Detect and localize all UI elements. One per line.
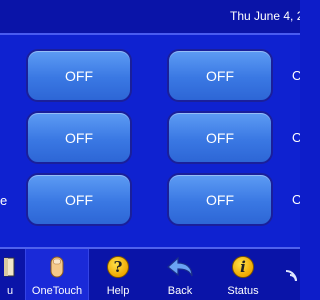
help-tool-label: Help [106, 285, 130, 297]
zone-3-right-toggle[interactable]: OFF [167, 173, 273, 226]
menu-tool-label: u [6, 285, 14, 297]
zone-2-left-toggle[interactable]: OFF [26, 111, 132, 164]
back-arrow-icon [165, 255, 195, 279]
control-panel: OFF OFF O OFF OFF O e OFF OFF O [0, 35, 300, 247]
status-tool-label: Status [227, 285, 259, 297]
zone-2-right-toggle[interactable]: OFF [167, 111, 273, 164]
zone-3-left-edge-label: e [0, 193, 8, 208]
zone-1-right-toggle[interactable]: OFF [167, 49, 273, 102]
help-question-icon: ? [107, 255, 129, 279]
zone-3-left-toggle[interactable]: OFF [26, 173, 132, 226]
zone-2-right-edge-label: O [292, 130, 300, 145]
wireless-signal-icon [284, 263, 300, 287]
screen: Thu June 4, 2 OFF OFF O OFF OFF O e OFF … [0, 0, 300, 300]
onetouch-tool-label: OneTouch [31, 285, 83, 297]
zone-1-left-toggle[interactable]: OFF [26, 49, 132, 102]
help-tool[interactable]: ? Help [96, 249, 140, 300]
help-icon-glyph: ? [107, 256, 129, 278]
status-tool[interactable]: i Status [220, 249, 266, 300]
zone-3-right-edge-label: O [292, 192, 300, 207]
info-icon: i [232, 255, 254, 279]
onetouch-tool[interactable]: OneTouch [25, 249, 89, 300]
status-bar: Thu June 4, 2 [0, 0, 300, 35]
finger-touch-icon [46, 255, 68, 279]
back-tool-label: Back [167, 285, 193, 297]
status-icon-glyph: i [232, 256, 254, 278]
menu-icon [4, 255, 16, 279]
bottom-toolbar: u OneTouch ? Help Back i Status [0, 247, 300, 300]
menu-tool[interactable]: u [0, 249, 20, 300]
date-time: Thu June 4, 2 [230, 9, 300, 23]
zone-1-right-edge-label: O [292, 68, 300, 83]
back-tool[interactable]: Back [156, 249, 204, 300]
wireless-tool[interactable] [284, 249, 300, 300]
